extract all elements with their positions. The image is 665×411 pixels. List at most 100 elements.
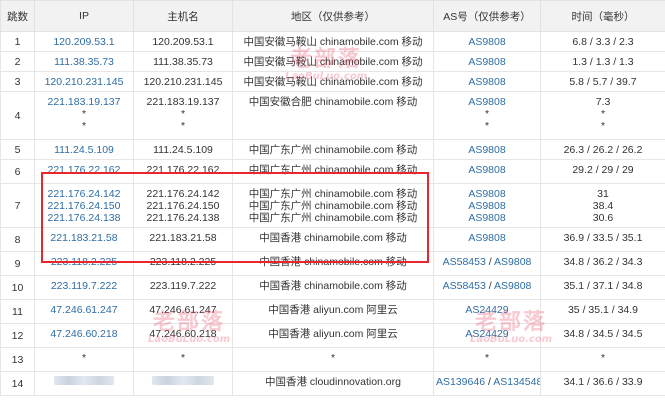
ip-link[interactable]: 221.176.24.142	[37, 188, 131, 200]
ip-cell: 111.38.35.73	[34, 51, 134, 72]
hostname-text: 47.246.60.218	[149, 328, 217, 340]
hostname-cell: 111.24.5.109	[133, 139, 233, 160]
as-link[interactable]: AS9808	[494, 256, 531, 268]
region-text: 中国安徽合肥 chinamobile.com 移动	[248, 96, 418, 108]
hop-cell: 7	[0, 183, 35, 228]
region-cell: 中国香港 cloudinnovation.org	[232, 371, 434, 396]
as-link[interactable]: AS9808	[494, 280, 531, 292]
region-text: 中国广东广州 chinamobile.com 移动	[248, 212, 418, 224]
as-cell: AS58453 / AS9808	[433, 275, 541, 300]
region-text: 中国香港 chinamobile.com 移动	[259, 256, 407, 268]
header-hostname: 主机名	[133, 0, 233, 32]
as-separator: /	[485, 376, 494, 388]
region-text: 中国广东广州 chinamobile.com 移动	[248, 200, 418, 212]
time-cell: 26.3 / 26.2 / 26.2	[540, 139, 665, 160]
region-text: 中国香港 aliyun.com 阿里云	[268, 328, 398, 340]
as-link[interactable]: AS9808	[436, 56, 538, 68]
hop-cell: 13	[0, 347, 35, 372]
ip-cell: 221.183.21.58	[34, 227, 134, 252]
ip-link[interactable]: 47.246.60.218	[37, 328, 131, 340]
as-separator: /	[485, 256, 495, 268]
hostname-cell: 221.176.22.162	[133, 159, 233, 184]
as-pair: AS58453 / AS9808	[436, 256, 538, 268]
as-link[interactable]: AS24429	[436, 328, 538, 340]
as-link[interactable]: AS134548	[493, 376, 539, 388]
hop-cell: 14	[0, 371, 35, 396]
ip-link[interactable]: 221.176.22.162	[37, 164, 131, 176]
hostname-text: 120.209.53.1	[152, 36, 214, 48]
as-link[interactable]: AS58453	[443, 280, 486, 292]
as-cell: AS24429	[433, 323, 541, 348]
region-text: 中国安徽马鞍山 chinamobile.com 移动	[243, 76, 423, 88]
region-text: 中国安徽马鞍山 chinamobile.com 移动	[243, 36, 423, 48]
region-cell: 中国香港 chinamobile.com 移动	[232, 251, 434, 276]
header-ip: IP	[34, 0, 134, 32]
as-link[interactable]: AS9808	[436, 232, 538, 244]
ip-link[interactable]: 223.119.7.222	[37, 280, 131, 292]
ip-link[interactable]: 120.210.231.145	[37, 76, 131, 88]
hop-cell: 10	[0, 275, 35, 300]
header-time: 时间（毫秒）	[540, 0, 665, 32]
ip-link[interactable]: 111.38.35.73	[37, 56, 131, 68]
as-link[interactable]: AS139646	[436, 376, 485, 388]
region-cell: *	[232, 347, 434, 372]
as-link[interactable]: AS9808	[436, 200, 538, 212]
time-cell: *	[540, 347, 665, 372]
time-text: 35 / 35.1 / 34.9	[567, 304, 639, 316]
ip-link[interactable]: 221.183.19.137	[37, 96, 131, 108]
as-cell: *	[433, 347, 541, 372]
hostname-cell: 221.183.21.58	[133, 227, 233, 252]
hostname-text: 111.38.35.73	[153, 56, 213, 68]
ip-link[interactable]: 221.176.24.150	[37, 200, 131, 212]
as-link[interactable]: AS9808	[436, 76, 538, 88]
time-text: 29.2 / 29 / 29	[572, 164, 634, 176]
ip-link[interactable]: 47.246.61.247	[37, 304, 131, 316]
ip-unknown: *	[81, 120, 87, 132]
ip-cell: 111.24.5.109	[34, 139, 134, 160]
ip-link[interactable]: 223.118.2.225	[37, 256, 131, 268]
hostname-text: 223.118.2.225	[149, 256, 217, 268]
as-link[interactable]: AS9808	[436, 144, 538, 156]
time-text: 30.6	[592, 212, 614, 224]
time-text: 36.9 / 33.5 / 35.1	[563, 232, 643, 244]
time-cell: 35 / 35.1 / 34.9	[540, 299, 665, 324]
as-link[interactable]: AS9808	[436, 188, 538, 200]
as-link[interactable]: AS9808	[436, 212, 538, 224]
as-cell: AS9808 AS9808 AS9808	[433, 183, 541, 228]
hostname-text: 221.183.21.58	[149, 232, 217, 244]
ip-cell: *	[34, 347, 134, 372]
ip-cell: 221.176.22.162	[34, 159, 134, 184]
ip-link[interactable]: 111.24.5.109	[37, 144, 131, 156]
region-text: 中国广东广州 chinamobile.com 移动	[248, 164, 418, 176]
hostname-cell: *	[133, 347, 233, 372]
hostname-cell: 47.246.60.218	[133, 323, 233, 348]
as-link[interactable]: AS9808	[436, 96, 538, 108]
ip-link[interactable]: 221.176.24.138	[37, 212, 131, 224]
as-link[interactable]: AS9808	[436, 164, 538, 176]
time-text: 38.4	[592, 200, 614, 212]
blurred-hostname	[152, 376, 214, 385]
as-link[interactable]: AS9808	[436, 36, 538, 48]
hostname-text: 221.176.24.138	[146, 212, 220, 224]
hostname-text: *	[180, 120, 186, 132]
time-cell: 6.8 / 3.3 / 2.3	[540, 31, 665, 52]
region-cell: 中国香港 chinamobile.com 移动	[232, 227, 434, 252]
time-cell: 34.8 / 36.2 / 34.3	[540, 251, 665, 276]
ip-link[interactable]: 120.209.53.1	[37, 36, 131, 48]
ip-cell: 47.246.60.218	[34, 323, 134, 348]
as-cell: AS24429	[433, 299, 541, 324]
table-row: 1 120.209.53.1 120.209.53.1 中国安徽马鞍山 chinamo…	[0, 31, 665, 52]
as-link[interactable]: AS24429	[436, 304, 538, 316]
hostname-cell: 120.209.53.1	[133, 31, 233, 52]
ip-cell: 120.209.53.1	[34, 31, 134, 52]
ip-link[interactable]: 221.183.21.58	[37, 232, 131, 244]
hostname-text: 223.119.7.222	[149, 280, 217, 292]
time-text: 7.3	[595, 96, 611, 108]
region-text: 中国广东广州 chinamobile.com 移动	[248, 188, 418, 200]
hostname-text: *	[180, 352, 186, 364]
blurred-ip	[54, 376, 114, 385]
as-link[interactable]: AS58453	[443, 256, 486, 268]
as-cell: AS9808	[433, 31, 541, 52]
time-text: *	[600, 352, 606, 364]
time-cell: 31 38.4 30.6	[540, 183, 665, 228]
